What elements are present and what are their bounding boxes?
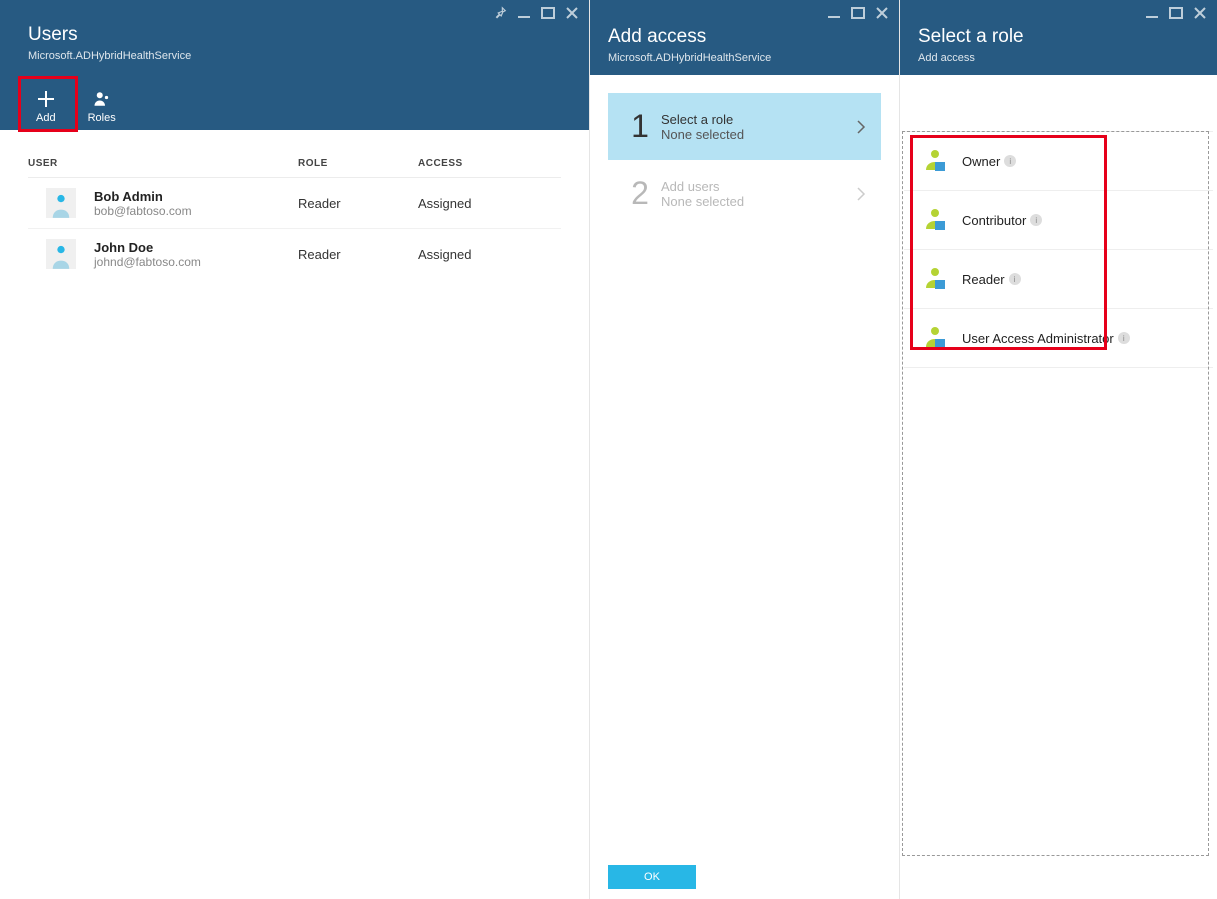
table-header: USER ROLE ACCESS [28,158,561,178]
window-controls [493,6,579,20]
add-label: Add [36,112,56,124]
plus-icon [37,88,55,110]
step-number: 2 [623,175,657,212]
step-list: 1 Select a role None selected 2 Add user… [590,75,899,245]
role-owner[interactable]: Owner i [904,131,1213,191]
close-icon[interactable] [875,6,889,20]
user-name: John Doe [94,240,201,255]
role-label: Reader [962,272,1005,287]
roles-label: Roles [88,112,116,124]
maximize-icon[interactable] [541,6,555,20]
col-user: USER [28,158,298,169]
user-email: johnd@fabtoso.com [94,255,201,269]
role-icon [922,266,948,292]
step-title: Select a role [661,112,856,127]
role-label: User Access Administrator [962,331,1114,346]
role-label: Owner [962,154,1000,169]
step-number: 1 [623,108,657,145]
select-role-blade: Select a role Add access Owner i Contrib… [900,0,1217,899]
add-access-footer: OK [608,865,881,889]
user-access: Assigned [418,196,561,211]
info-icon[interactable]: i [1118,332,1130,344]
close-icon[interactable] [1193,6,1207,20]
toolbar: Add Roles [28,82,124,130]
window-controls [827,6,889,20]
table-row[interactable]: Bob Admin bob@fabtoso.com Reader Assigne… [28,178,561,229]
users-table: USER ROLE ACCESS Bob Admin bob@fabtoso.c… [0,130,589,279]
avatar [46,188,76,218]
blade-subtitle: Microsoft.ADHybridHealthService [0,46,589,62]
maximize-icon[interactable] [851,6,865,20]
blade-subtitle: Microsoft.ADHybridHealthService [590,48,899,64]
col-access: ACCESS [418,158,561,169]
users-header: Users Microsoft.ADHybridHealthService Ad… [0,0,589,130]
minimize-icon[interactable] [827,6,841,20]
ok-button[interactable]: OK [608,865,696,889]
info-icon[interactable]: i [1004,155,1016,167]
step-sub: None selected [661,127,856,142]
user-access: Assigned [418,247,561,262]
close-icon[interactable] [565,6,579,20]
user-email: bob@fabtoso.com [94,204,192,218]
role-reader[interactable]: Reader i [904,250,1213,309]
roles-button[interactable]: Roles [80,82,124,130]
user-role: Reader [298,247,418,262]
role-icon [922,207,948,233]
users-body: USER ROLE ACCESS Bob Admin bob@fabtoso.c… [0,130,589,899]
info-icon[interactable]: i [1009,273,1021,285]
add-access-blade: Add access Microsoft.ADHybridHealthServi… [590,0,900,899]
step-select-role[interactable]: 1 Select a role None selected [608,93,881,160]
user-role: Reader [298,196,418,211]
add-access-header: Add access Microsoft.ADHybridHealthServi… [590,0,899,75]
window-controls [1145,6,1207,20]
chevron-right-icon [856,119,866,135]
table-row[interactable]: John Doe johnd@fabtoso.com Reader Assign… [28,229,561,279]
user-name: Bob Admin [94,189,192,204]
step-title: Add users [661,179,856,194]
avatar [46,239,76,269]
role-icon [922,325,948,351]
select-role-header: Select a role Add access [900,0,1217,75]
pin-icon[interactable] [493,6,507,20]
add-button-wrap: Add [28,82,64,130]
users-blade: Users Microsoft.ADHybridHealthService Ad… [0,0,590,899]
add-button[interactable]: Add [28,82,64,130]
maximize-icon[interactable] [1169,6,1183,20]
step-sub: None selected [661,194,856,209]
add-access-body: 1 Select a role None selected 2 Add user… [590,75,899,899]
info-icon[interactable]: i [1030,214,1042,226]
minimize-icon[interactable] [517,6,531,20]
select-role-body: Owner i Contributor i Reader i User Acce… [900,75,1217,899]
role-contributor[interactable]: Contributor i [904,191,1213,250]
col-role: ROLE [298,158,418,169]
role-icon [922,148,948,174]
roles-icon [93,88,111,110]
minimize-icon[interactable] [1145,6,1159,20]
step-add-users[interactable]: 2 Add users None selected [608,160,881,227]
role-label: Contributor [962,213,1026,228]
blade-subtitle: Add access [900,48,1217,64]
chevron-right-icon [856,186,866,202]
role-user-access-admin[interactable]: User Access Administrator i [904,309,1213,368]
